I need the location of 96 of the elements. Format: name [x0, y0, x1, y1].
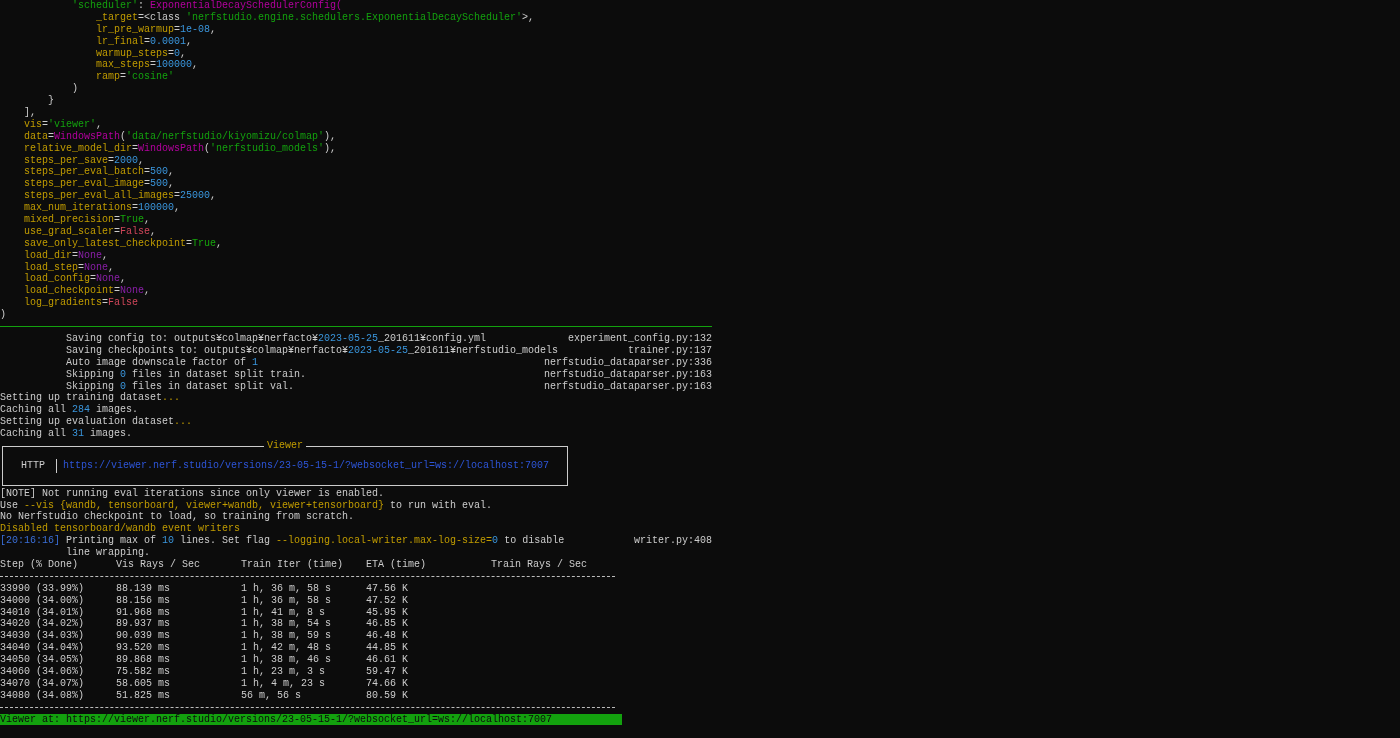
log-message: Printing max of 10 lines. Set flag --logging.local-writer.max-log-size=0 to disable line wrapping. — [66, 535, 566, 559]
table-cell-text: 1 h, 38 m, 54 s — [241, 618, 332, 630]
source-location: nerfstudio_dataparser.py:336 — [543, 356, 712, 369]
table-cell-text: 59.47 K — [366, 666, 409, 678]
code-line: ], — [23, 107, 37, 119]
table-cell-text: 56 m, 56 s — [241, 689, 302, 702]
table-cell-text: 47.52 K — [366, 594, 409, 607]
table-cell-text: 75.582 ms — [116, 666, 171, 678]
table-cell-text: 74.66 K — [366, 677, 409, 690]
code-line: load_config=None, — [23, 273, 128, 285]
code-line: lr_pre_warmup=1e-08, — [95, 23, 218, 36]
column-header: Train Iter (time) — [241, 559, 345, 571]
log-line: Setting up training dataset... — [0, 392, 182, 404]
table-cell-text: 34050 (34.05%) — [0, 654, 85, 666]
table-cell-text: 51.825 ms — [116, 689, 171, 702]
table-cell-text: 44.85 K — [366, 642, 409, 655]
table-cell-text: 1 h, 4 m, 23 s — [241, 677, 326, 690]
column-header: Step (% Done) — [0, 559, 79, 571]
table-cell-text: 46.85 K — [366, 618, 409, 631]
table-cell-text: 1 h, 38 m, 46 s — [241, 654, 332, 666]
table-cell-text: 58.605 ms — [116, 677, 171, 690]
table-cell-text: 1 h, 36 m, 58 s — [241, 582, 332, 595]
code-line: steps_per_save=2000, — [23, 154, 146, 166]
code-line: max_steps=100000, — [95, 59, 200, 71]
viewer-url[interactable]: https://viewer.nerf.studio/versions/23-05-15-1/?websocket_url=ws://localhost:7007 — [63, 460, 550, 472]
table-cell-text: 89.937 ms — [116, 618, 171, 631]
code-line: log_gradients=False — [23, 297, 140, 310]
code-line: data=WindowsPath('data/nerfstudio/kiyomizu/colmap'), — [23, 130, 338, 143]
table-cell-text: 34010 (34.01%) — [0, 606, 85, 618]
code-line: lr_final=0.0001, — [95, 35, 194, 48]
log-message: Skipping 0 files in dataset split train. — [66, 368, 307, 381]
code-line: steps_per_eval_all_images=25000, — [23, 190, 218, 202]
table-cell-text: 46.61 K — [366, 654, 409, 667]
table-cell-text: 88.156 ms — [116, 594, 171, 607]
log-line: Disabled tensorboard/wandb event writers — [0, 523, 242, 535]
code-line: mixed_precision=True, — [23, 214, 152, 226]
table-cell-text: 34080 (34.08%) — [0, 689, 85, 702]
log-line: No Nerfstudio checkpoint to load, so training from scratch. — [0, 511, 356, 523]
table-cell-text: 89.868 ms — [116, 654, 171, 667]
code-line: ramp='cosine' — [95, 71, 176, 84]
log-timestamp: [20:16:16] — [0, 535, 61, 548]
code-line: max_num_iterations=100000, — [23, 202, 182, 214]
table-cell-text: 91.968 ms — [116, 606, 171, 619]
code-line: relative_model_dir=WindowsPath('nerfstudio_models'), — [23, 142, 338, 155]
code-line: load_checkpoint=None, — [23, 285, 152, 297]
code-line: load_step=None, — [23, 261, 116, 273]
table-cell-text: 47.56 K — [366, 582, 409, 595]
log-message: Saving checkpoints to: outputs¥colmap¥nerfacto¥2023-05-25_201611¥nerfstudio_models — [66, 344, 559, 357]
table-cell-text: 80.59 K — [366, 689, 409, 702]
log-line: Caching all 284 images. — [0, 404, 140, 416]
table-cell-text: 88.139 ms — [116, 582, 171, 595]
table-cell-text: 1 h, 42 m, 48 s — [241, 642, 332, 654]
table-cell-text: 34060 (34.06%) — [0, 666, 85, 678]
source-location: nerfstudio_dataparser.py:163 — [543, 368, 712, 381]
column-header: ETA (time) — [366, 559, 427, 571]
source-location: trainer.py:137 — [628, 344, 712, 357]
log-message: Saving config to: outputs¥colmap¥nerfacto¥2023-05-25_201611¥config.yml — [66, 332, 487, 345]
code-line: ) — [0, 309, 7, 322]
table-cell-text: 34000 (34.00%) — [0, 594, 85, 607]
table-cell-text: 1 h, 23 m, 3 s — [241, 666, 326, 678]
protocol-label: HTTP — [21, 460, 46, 472]
log-message: Auto image downscale factor of 1 — [66, 356, 259, 369]
log-line: [NOTE] Not running eval iterations since only viewer is enabled. — [0, 487, 386, 500]
column-header: Train Rays / Sec — [491, 559, 588, 571]
table-cell-text: 45.95 K — [366, 606, 409, 619]
source-location: nerfstudio_dataparser.py:163 — [543, 380, 712, 393]
table-cell-text: 93.520 ms — [116, 642, 171, 655]
log-message: Skipping 0 files in dataset split val. — [66, 380, 295, 392]
code-line: } — [47, 95, 55, 107]
status-bar: Viewer at: https://viewer.nerf.studio/versions/23-05-15-1/?websocket_url=ws://localhost:7007 — [0, 713, 622, 726]
table-cell-text: 1 h, 36 m, 58 s — [241, 594, 332, 607]
source-location: experiment_config.py:132 — [567, 332, 712, 345]
source-location: writer.py:408 — [634, 535, 712, 548]
table-cell-text: 1 h, 38 m, 59 s — [241, 630, 332, 642]
log-line: Caching all 31 images. — [0, 428, 134, 441]
table-cell-text: 34030 (34.03%) — [0, 630, 85, 642]
table-cell-text: 1 h, 41 m, 8 s — [241, 606, 326, 618]
code-line: steps_per_eval_batch=500, — [23, 166, 176, 178]
column-header: Vis Rays / Sec — [116, 559, 201, 571]
code-line: 'scheduler': ExponentialDecaySchedulerConfig( — [71, 0, 344, 12]
log-line: Use --vis {wandb, tensorboard, viewer+wandb, viewer+tensorboard} to run with eval. — [0, 499, 494, 511]
code-line: use_grad_scaler=False, — [23, 225, 158, 238]
table-cell-text: 46.48 K — [366, 630, 409, 643]
code-line: load_dir=None, — [23, 249, 110, 262]
table-cell-text: 34020 (34.02%) — [0, 618, 85, 630]
table-cell-text: 33990 (33.99%) — [0, 582, 85, 595]
table-cell-text: 34070 (34.07%) — [0, 677, 85, 690]
table-cell-text: 90.039 ms — [116, 630, 171, 643]
code-line: _target=<class 'nerfstudio.engine.schedulers.ExponentialDecayScheduler'>, — [95, 11, 536, 24]
code-line: warmup_steps=0, — [95, 47, 188, 60]
code-line: ) — [71, 83, 79, 96]
code-line: save_only_latest_checkpoint=True, — [23, 237, 224, 250]
code-line: vis='viewer', — [23, 118, 104, 131]
table-cell-text: 34040 (34.04%) — [0, 642, 85, 654]
code-line: steps_per_eval_image=500, — [23, 178, 176, 190]
log-line: Setting up evaluation dataset... — [0, 416, 194, 428]
